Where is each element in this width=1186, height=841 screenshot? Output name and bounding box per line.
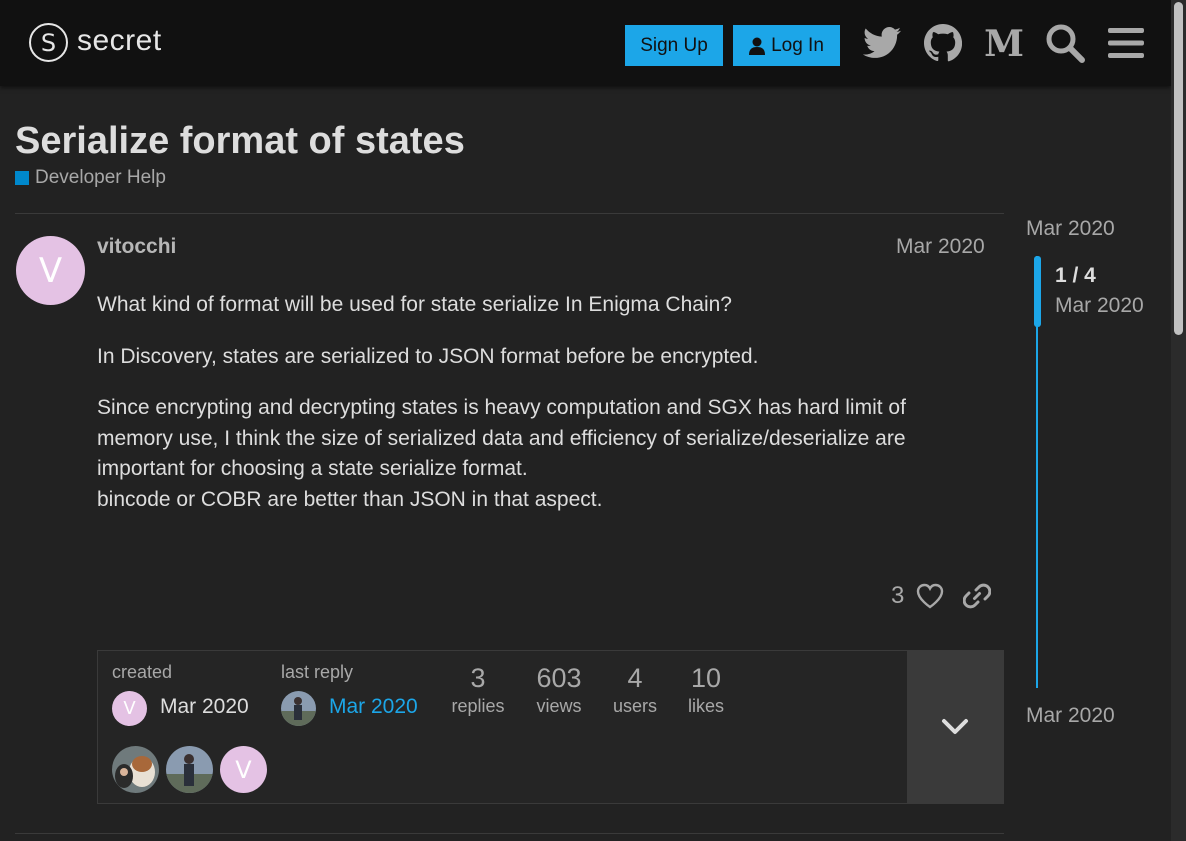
- created-label: created: [112, 662, 173, 682]
- hamburger-menu-icon[interactable]: [1105, 22, 1147, 64]
- site-logo[interactable]: S secret: [29, 23, 162, 62]
- search-icon[interactable]: [1044, 22, 1086, 64]
- topic-divider: [15, 213, 1004, 214]
- category-badge[interactable]: Developer Help: [15, 167, 166, 189]
- stat-replies: 3 replies: [443, 663, 513, 717]
- user-icon: [749, 37, 766, 55]
- logo-mark: S: [29, 23, 68, 62]
- topic-title[interactable]: Serialize format of states: [15, 120, 465, 163]
- stat-number: 4: [627, 663, 643, 693]
- participant-avatar[interactable]: [112, 746, 159, 793]
- post-divider: [15, 833, 1004, 834]
- timeline-position: 1 / 4: [1055, 264, 1096, 287]
- category-color-swatch: [15, 171, 29, 185]
- timeline-position-date: Mar 2020: [1055, 294, 1144, 317]
- expand-topic-map-button[interactable]: [907, 651, 1003, 803]
- stat-label: likes: [687, 696, 724, 716]
- sign-up-button[interactable]: Sign Up: [625, 25, 723, 66]
- post-paragraph: What kind of format will be used for sta…: [97, 293, 732, 316]
- stat-label: replies: [451, 696, 505, 716]
- post-body: What kind of format will be used for sta…: [97, 290, 977, 536]
- like-count[interactable]: 3: [891, 582, 904, 610]
- post-paragraph: In Discovery, states are serialized to J…: [97, 344, 759, 368]
- stat-views: 603 views: [524, 663, 594, 717]
- stat-number: 603: [536, 663, 582, 693]
- chevron-down-icon: [942, 719, 968, 734]
- timeline-scroller-handle[interactable]: [1034, 256, 1041, 327]
- participant-avatar[interactable]: V: [220, 746, 267, 793]
- stat-label: views: [536, 696, 582, 716]
- stat-number: 10: [690, 663, 722, 693]
- category-name: Developer Help: [35, 167, 166, 188]
- log-in-label: Log In: [771, 34, 824, 56]
- timeline-end-date[interactable]: Mar 2020: [1026, 704, 1115, 728]
- svg-text:M: M: [984, 27, 1024, 59]
- timeline-start-date[interactable]: Mar 2020: [1026, 217, 1115, 241]
- stat-label: users: [612, 696, 657, 716]
- log-in-button[interactable]: Log In: [733, 25, 840, 66]
- medium-icon[interactable]: M: [983, 22, 1025, 64]
- post-username[interactable]: vitocchi: [97, 235, 176, 259]
- scrollbar-thumb[interactable]: [1174, 2, 1183, 335]
- link-icon[interactable]: [962, 582, 992, 615]
- page-scrollbar[interactable]: [1171, 0, 1186, 841]
- topic-map: created V Mar 2020 last reply Mar 2020 3…: [97, 650, 1004, 804]
- site-header: S secret Sign Up Log In M: [0, 0, 1171, 86]
- stat-likes: 10 likes: [671, 663, 741, 717]
- avatar[interactable]: [281, 691, 316, 726]
- participant-avatar[interactable]: [166, 746, 213, 793]
- stat-number: 3: [470, 663, 486, 693]
- github-icon[interactable]: [922, 22, 964, 64]
- twitter-icon[interactable]: [861, 22, 903, 64]
- stat-users: 4 users: [600, 663, 670, 717]
- post-date[interactable]: Mar 2020: [896, 235, 985, 259]
- avatar[interactable]: V: [16, 236, 85, 305]
- last-reply-label: last reply: [281, 662, 354, 682]
- heart-icon[interactable]: [916, 582, 944, 615]
- post-paragraph: Since encrypting and decrypting states i…: [97, 396, 906, 511]
- last-reply-date[interactable]: Mar 2020: [329, 695, 418, 719]
- avatar[interactable]: V: [112, 691, 147, 726]
- created-date: Mar 2020: [160, 695, 249, 718]
- logo-text: secret: [77, 23, 162, 57]
